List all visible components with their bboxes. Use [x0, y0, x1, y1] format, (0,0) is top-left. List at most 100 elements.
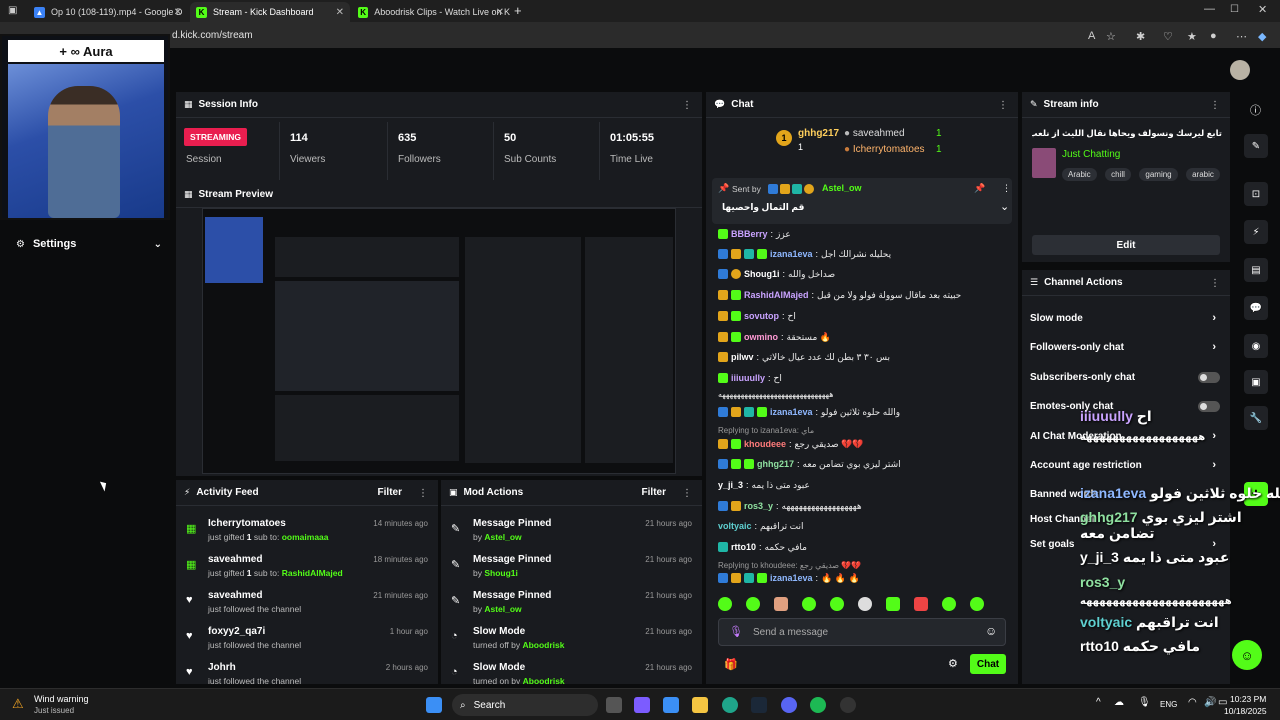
activity-user[interactable]: Icherrytomatoes	[208, 518, 286, 529]
emote-icon[interactable]	[774, 597, 788, 611]
toggle-switch[interactable]	[1198, 400, 1220, 412]
stream-preview-video[interactable]	[202, 208, 676, 474]
read-aloud-icon[interactable]: A	[1088, 30, 1095, 42]
discord-icon[interactable]	[781, 697, 797, 713]
kick-dashboard-page: + ∞ Aura ⚙ Settings ⌄ ▦ Session Info ⋮ S…	[0, 34, 1280, 688]
close-window-icon[interactable]: ✕	[1258, 3, 1267, 16]
broadcast-rail-button[interactable]: ◉	[1244, 334, 1268, 358]
favorite-icon[interactable]: ☆	[1106, 30, 1116, 43]
language-indicator[interactable]: ENG	[1160, 700, 1177, 709]
close-icon[interactable]: ✕	[336, 7, 344, 18]
close-icon[interactable]: ✕	[496, 7, 504, 18]
show-hidden-icons[interactable]: ^	[1096, 697, 1101, 708]
kebab-menu-icon[interactable]: ⋮	[682, 100, 692, 111]
more-icon[interactable]: ⋯	[1236, 30, 1247, 43]
account-age-item[interactable]: Account age restriction ›	[1030, 453, 1220, 477]
tab-google-drive[interactable]: ▲ Op 10 (108-119).mp4 - Google D ✕	[28, 2, 188, 22]
window-menu-icon[interactable]: ▣	[8, 5, 17, 16]
url-text[interactable]: d.kick.com/stream	[172, 30, 253, 41]
emote-icon[interactable]	[886, 597, 900, 611]
store-icon[interactable]: 🎁	[724, 658, 738, 671]
filter-button[interactable]: Filter	[642, 487, 666, 498]
support-chat-button[interactable]: ☺	[1232, 640, 1262, 670]
edit-button[interactable]: Edit	[1032, 235, 1220, 255]
filter-button[interactable]: Filter	[378, 487, 402, 498]
toggle-switch[interactable]	[1198, 371, 1220, 383]
slow-mode-icon: ◔	[451, 630, 458, 642]
browser-essentials-icon[interactable]: ♡	[1163, 30, 1173, 43]
unpin-icon[interactable]: 📌	[974, 183, 985, 194]
obs-icon[interactable]	[840, 697, 856, 713]
emote-icon[interactable]	[858, 597, 872, 611]
clip-rail-button[interactable]: ⊡	[1244, 182, 1268, 206]
emote-icon[interactable]	[718, 597, 732, 611]
edge-icon[interactable]	[722, 697, 738, 713]
kebab-menu-icon[interactable]: ⋮	[998, 100, 1008, 111]
new-tab-icon[interactable]: +	[514, 3, 522, 18]
settings-icon[interactable]: ⚙	[948, 657, 958, 670]
clock-time[interactable]: 10:23 PM	[1230, 694, 1266, 704]
emote-icon[interactable]	[942, 597, 956, 611]
activity-user[interactable]: Johrh	[208, 662, 236, 673]
chat-send-button[interactable]: Chat	[970, 654, 1006, 674]
lightning-rail-button[interactable]: ⚡	[1244, 220, 1268, 244]
steam-icon[interactable]	[751, 697, 767, 713]
edit-rail-button[interactable]: ✎	[1244, 134, 1268, 158]
microphone-icon[interactable]: 🎙	[1138, 697, 1151, 708]
category-name[interactable]: Just Chatting	[1062, 149, 1120, 160]
top-gifter-2[interactable]: ● saveahmed 1	[844, 128, 954, 142]
tools-rail-button[interactable]: 🔧	[1244, 406, 1268, 430]
tab-aboodrisk-clips[interactable]: K Aboodrisk Clips - Watch Live on K ✕	[352, 2, 510, 22]
tab-kick-dashboard[interactable]: K Stream - Kick Dashboard ✕	[190, 2, 350, 22]
spotify-icon[interactable]	[810, 697, 826, 713]
emote-icon[interactable]	[746, 597, 760, 611]
extensions-icon[interactable]: ✱	[1136, 30, 1145, 43]
taskbar-search[interactable]: ⌕ Search	[452, 694, 598, 716]
kebab-menu-icon[interactable]: ⋮	[418, 488, 428, 499]
activity-user[interactable]: saveahmed	[208, 590, 262, 601]
subscribers-only-toggle[interactable]: Subscribers-only chat	[1030, 365, 1220, 389]
kebab-menu-icon[interactable]: ⋮	[1210, 278, 1220, 289]
emote-icon[interactable]	[970, 597, 984, 611]
minimize-icon[interactable]: —	[1204, 3, 1215, 15]
chat-rail-button[interactable]: 💬	[1244, 296, 1268, 320]
slow-mode-toggle[interactable]: Slow mode ›	[1030, 306, 1220, 330]
document-rail-button[interactable]: ▤	[1244, 258, 1268, 282]
pinned-user[interactable]: Astel_ow	[822, 183, 862, 193]
emoji-icon[interactable]: ☺	[985, 624, 997, 638]
copilot-icon[interactable]: ◆	[1258, 30, 1266, 43]
kebab-menu-icon[interactable]: ⋮	[1210, 100, 1220, 111]
profile-icon[interactable]: ●	[1210, 30, 1217, 42]
clock-date[interactable]: 10/18/2025	[1224, 706, 1267, 716]
close-icon[interactable]: ✕	[174, 7, 182, 18]
volume-icon[interactable]: 🔊	[1204, 697, 1216, 708]
activity-user[interactable]: foxyy2_qa7i	[208, 626, 265, 637]
emote-icon[interactable]	[914, 597, 928, 611]
store-app-icon[interactable]	[663, 697, 679, 713]
weather-title[interactable]: Wind warning	[34, 694, 89, 704]
maximize-icon[interactable]: ☐	[1230, 4, 1239, 15]
chat-input[interactable]: 🎙 Send a message ☺	[718, 618, 1006, 646]
activity-user[interactable]: saveahmed	[208, 554, 262, 565]
copilot-app-icon[interactable]	[634, 697, 650, 713]
layout-rail-button[interactable]: ▣	[1244, 370, 1268, 394]
kebab-menu-icon[interactable]: ⋮	[1002, 183, 1011, 194]
user-avatar[interactable]	[1230, 60, 1250, 80]
windows-start-icon[interactable]	[426, 697, 442, 713]
mod-action: Message Pinned	[473, 590, 552, 601]
info-icon[interactable]: ⓘ	[1250, 102, 1261, 118]
top-gifter-3[interactable]: ● Icherrytomatoes 1	[844, 144, 954, 158]
kebab-menu-icon[interactable]: ⋮	[682, 488, 692, 499]
emote-icon[interactable]	[802, 597, 816, 611]
wifi-icon[interactable]: ◠	[1188, 697, 1197, 708]
emote-icon[interactable]	[830, 597, 844, 611]
followers-only-toggle[interactable]: Followers-only chat ›	[1030, 335, 1220, 359]
favorites-bar-icon[interactable]: ★	[1187, 30, 1197, 43]
settings-sidebar-item[interactable]: ⚙ Settings ⌄	[16, 236, 162, 252]
chevron-down-icon[interactable]: ⌄	[1000, 200, 1009, 213]
microphone-icon[interactable]: 🎙	[729, 625, 743, 638]
file-explorer-icon[interactable]	[692, 697, 708, 713]
task-view-icon[interactable]	[606, 697, 622, 713]
top-gifter-1[interactable]: 1 ghhg217 1	[776, 128, 846, 158]
onedrive-icon[interactable]: ☁	[1114, 697, 1124, 708]
